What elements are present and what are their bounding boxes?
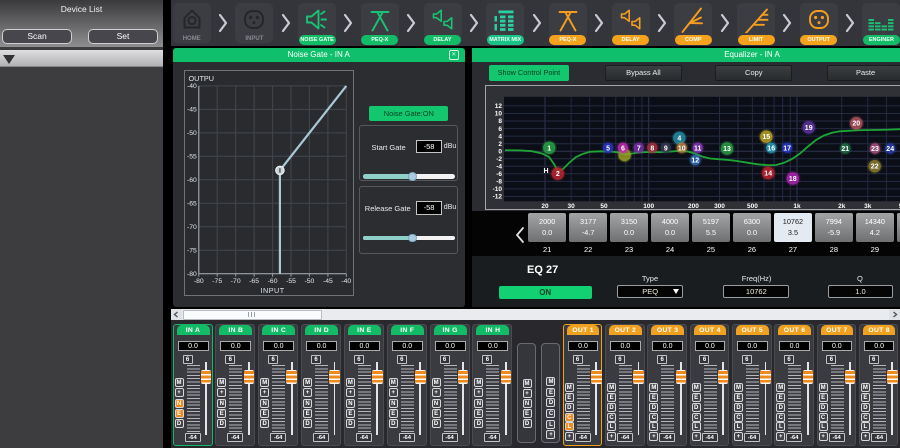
svg-text:-75: -75 — [187, 248, 197, 255]
svg-text:15: 15 — [762, 134, 770, 141]
svg-text:-80: -80 — [187, 271, 197, 278]
svg-text:1: 1 — [547, 145, 551, 152]
svg-text:12: 12 — [691, 158, 699, 165]
svg-text:-10: -10 — [493, 186, 503, 193]
svg-text:3k: 3k — [864, 203, 872, 210]
svg-text:-45: -45 — [187, 107, 197, 114]
svg-text:9: 9 — [664, 145, 668, 152]
svg-text:-50: -50 — [304, 278, 314, 285]
svg-text:20: 20 — [541, 203, 549, 210]
svg-text:11: 11 — [694, 145, 702, 152]
svg-text:-6: -6 — [496, 171, 502, 178]
svg-text:2: 2 — [498, 141, 502, 148]
svg-text:-45: -45 — [323, 278, 333, 285]
svg-text:24: 24 — [886, 146, 894, 153]
svg-text:20: 20 — [852, 121, 860, 128]
svg-text:8: 8 — [650, 145, 654, 152]
svg-text:-2: -2 — [496, 156, 502, 163]
svg-text:-65: -65 — [249, 278, 259, 285]
svg-text:17: 17 — [783, 145, 791, 152]
svg-text:12: 12 — [495, 103, 503, 110]
svg-text:7: 7 — [637, 145, 641, 152]
svg-text:10: 10 — [678, 145, 686, 152]
svg-text:100: 100 — [643, 203, 654, 210]
svg-text:5: 5 — [606, 145, 610, 152]
svg-text:1k: 1k — [793, 203, 801, 210]
svg-text:200: 200 — [688, 203, 699, 210]
svg-text:-12: -12 — [493, 194, 503, 201]
svg-text:-60: -60 — [268, 278, 278, 285]
svg-text:6: 6 — [498, 126, 502, 133]
svg-text:-75: -75 — [212, 278, 222, 285]
svg-text:-4: -4 — [496, 164, 502, 171]
svg-text:500: 500 — [747, 203, 758, 210]
svg-text:22: 22 — [871, 164, 879, 171]
svg-text:13: 13 — [723, 146, 731, 153]
svg-text:INPUT: INPUT — [261, 286, 285, 295]
svg-text:8: 8 — [498, 118, 502, 125]
svg-text:-8: -8 — [496, 179, 502, 186]
svg-text:18: 18 — [789, 176, 797, 183]
svg-text:50: 50 — [600, 203, 608, 210]
svg-text:-60: -60 — [187, 177, 197, 184]
svg-text:-70: -70 — [187, 224, 197, 231]
svg-text:10: 10 — [495, 111, 503, 118]
svg-text:6: 6 — [621, 145, 625, 152]
svg-text:300: 300 — [714, 203, 725, 210]
svg-text:-55: -55 — [187, 154, 197, 161]
svg-text:2k: 2k — [838, 203, 846, 210]
svg-text:-50: -50 — [187, 130, 197, 137]
svg-text:21: 21 — [841, 146, 849, 153]
svg-text:14: 14 — [764, 171, 772, 178]
svg-text:4: 4 — [498, 133, 502, 140]
svg-text:23: 23 — [871, 146, 879, 153]
svg-text:16: 16 — [767, 145, 775, 152]
svg-text:OUTPU: OUTPU — [189, 74, 215, 83]
svg-text:30: 30 — [567, 203, 575, 210]
svg-text:-80: -80 — [194, 278, 204, 285]
svg-text:-70: -70 — [231, 278, 241, 285]
svg-text:H: H — [543, 168, 548, 175]
svg-text:19: 19 — [805, 125, 813, 132]
svg-text:2: 2 — [556, 171, 560, 178]
svg-text:-55: -55 — [286, 278, 296, 285]
svg-text:0: 0 — [498, 148, 502, 155]
svg-text:-65: -65 — [187, 201, 197, 208]
svg-text:-40: -40 — [187, 83, 197, 90]
svg-text:-40: -40 — [341, 278, 351, 285]
